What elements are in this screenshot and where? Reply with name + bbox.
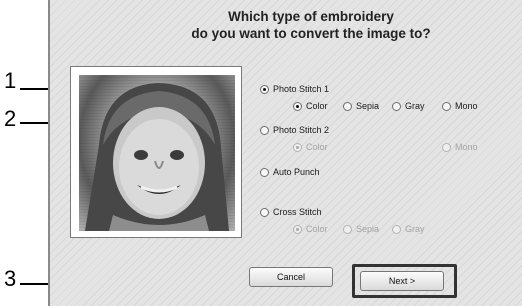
radio-ps2-mono-label: Mono (455, 142, 478, 152)
radio-ps2-mono[interactable]: Mono (442, 142, 478, 152)
radio-ps1-gray[interactable]: Gray (392, 101, 425, 111)
radio-cs-gray-label: Gray (405, 224, 425, 234)
radio-ps1-sepia-dot[interactable] (343, 101, 352, 111)
radio-photo-stitch-2-label: Photo Stitch 2 (273, 125, 330, 135)
radio-cross-stitch-dot[interactable] (260, 207, 269, 217)
radio-ps2-color-dot[interactable] (293, 142, 302, 152)
radio-cross-stitch-label: Cross Stitch (273, 207, 322, 217)
radio-cs-color-label: Color (306, 224, 328, 234)
radio-ps1-color-label: Color (306, 101, 328, 111)
radio-ps1-mono-dot[interactable] (442, 101, 451, 111)
image-preview (79, 75, 235, 231)
radio-photo-stitch-1-dot[interactable] (260, 84, 269, 94)
radio-auto-punch[interactable]: Auto Punch (260, 167, 320, 177)
portrait-preview-image (85, 83, 229, 231)
radio-cs-sepia-label: Sepia (356, 224, 380, 234)
radio-cs-sepia-dot[interactable] (343, 224, 352, 234)
cancel-button[interactable]: Cancel (249, 267, 333, 287)
radio-photo-stitch-2[interactable]: Photo Stitch 2 (260, 125, 329, 135)
radio-ps1-gray-dot[interactable] (392, 101, 401, 111)
radio-ps1-color[interactable]: Color (293, 101, 328, 111)
radio-cross-stitch[interactable]: Cross Stitch (260, 207, 322, 217)
radio-cs-sepia[interactable]: Sepia (343, 224, 379, 234)
radio-cs-color[interactable]: Color (293, 224, 328, 234)
radio-photo-stitch-2-dot[interactable] (260, 125, 269, 135)
radio-cs-gray-dot[interactable] (392, 224, 401, 234)
callout-1: 1 (4, 68, 17, 93)
radio-photo-stitch-1[interactable]: Photo Stitch 1 (260, 84, 329, 94)
title-line-2: do you want to convert the image to? (191, 26, 431, 41)
radio-ps1-mono-label: Mono (455, 101, 478, 111)
radio-ps2-mono-dot[interactable] (442, 142, 451, 152)
conversion-dialog: Which type of embroidery do you want to … (48, 0, 522, 306)
radio-ps1-color-dot[interactable] (293, 101, 302, 111)
radio-ps1-mono[interactable]: Mono (442, 101, 478, 111)
next-button[interactable]: Next > (360, 271, 444, 291)
radio-cs-gray[interactable]: Gray (392, 224, 425, 234)
radio-ps2-color[interactable]: Color (293, 142, 328, 152)
callout-3: 3 (4, 266, 17, 291)
radio-auto-punch-label: Auto Punch (273, 167, 320, 177)
callout-2: 2 (4, 106, 17, 131)
radio-cs-color-dot[interactable] (293, 224, 302, 234)
radio-auto-punch-dot[interactable] (260, 167, 269, 177)
radio-ps1-gray-label: Gray (405, 101, 425, 111)
dialog-title: Which type of embroidery do you want to … (110, 8, 512, 42)
radio-ps1-sepia-label: Sepia (356, 101, 380, 111)
title-line-1: Which type of embroidery (228, 9, 394, 24)
image-preview-frame (70, 66, 242, 238)
radio-ps2-color-label: Color (306, 142, 328, 152)
radio-ps1-sepia[interactable]: Sepia (343, 101, 379, 111)
radio-photo-stitch-1-label: Photo Stitch 1 (273, 84, 330, 94)
